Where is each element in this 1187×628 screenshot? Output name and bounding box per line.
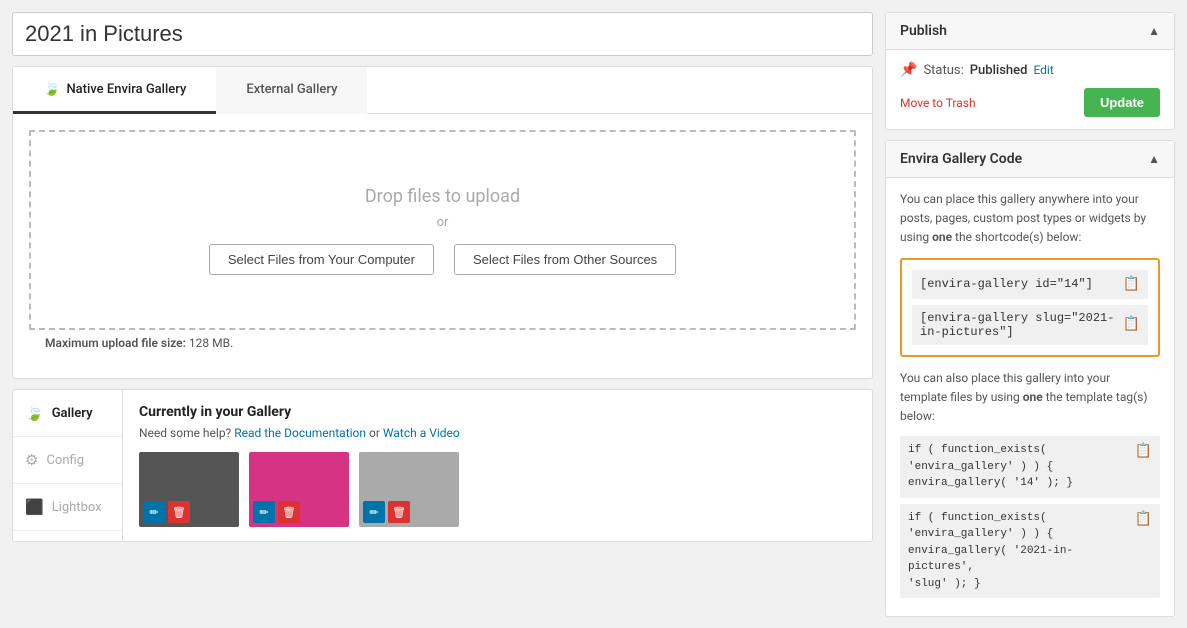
- code-panel-title: Envira Gallery Code: [900, 151, 1022, 167]
- upload-buttons: Select Files from Your Computer Select F…: [209, 244, 676, 275]
- publish-title: Publish: [900, 23, 947, 39]
- tab-external-label: External Gallery: [246, 82, 337, 97]
- max-upload-value: 128 MB.: [189, 336, 233, 350]
- gallery-nav-icon: 🍃: [25, 404, 44, 422]
- shortcode-row-2: [envira-gallery slug="2021-in-pictures"]…: [912, 305, 1148, 345]
- update-button[interactable]: Update: [1084, 88, 1160, 117]
- config-nav-icon: ⚙: [25, 451, 38, 469]
- edit-status-link[interactable]: Edit: [1033, 63, 1053, 77]
- sidebar-item-gallery[interactable]: 🍃 Gallery: [13, 390, 122, 437]
- gallery-help-text: Need some help? Read the Documentation o…: [139, 426, 856, 440]
- pin-icon: 📌: [900, 62, 917, 78]
- publish-panel: Publish ▲ 📌 Status: Published Edit Move …: [885, 12, 1175, 130]
- max-upload-label: Maximum upload file size:: [45, 336, 186, 350]
- status-value: Published: [970, 63, 1028, 78]
- sidebar-nav: 🍃 Gallery ⚙ Config ⬛ Lightbox: [13, 390, 123, 541]
- shortcode-2-value: [envira-gallery slug="2021-in-pictures"]: [920, 311, 1123, 339]
- publish-actions: Move to Trash Update: [900, 88, 1160, 117]
- move-to-trash-link[interactable]: Move to Trash: [900, 96, 976, 110]
- upload-area-wrap: Drop files to upload or Select Files fro…: [13, 114, 872, 378]
- tab-external[interactable]: External Gallery: [216, 67, 367, 114]
- gallery-content: Currently in your Gallery Need some help…: [123, 390, 872, 541]
- copy-shortcode-2-icon[interactable]: 📋: [1123, 316, 1140, 333]
- publish-panel-body: 📌 Status: Published Edit Move to Trash U…: [886, 50, 1174, 129]
- template-code-row-1: if ( function_exists( 'envira_gallery' )…: [900, 436, 1160, 498]
- gallery-content-title: Currently in your Gallery: [139, 404, 856, 420]
- thumb-delete-btn-2[interactable]: 🗑: [278, 501, 300, 523]
- template-code-1-value: if ( function_exists( 'envira_gallery' )…: [908, 442, 1073, 492]
- code-info-text: You can place this gallery anywhere into…: [900, 190, 1160, 248]
- select-from-computer-button[interactable]: Select Files from Your Computer: [209, 244, 434, 275]
- upload-or-text: or: [437, 215, 449, 230]
- thumbnail-1: ✏ 🗑: [139, 452, 239, 527]
- sidebar-item-lightbox[interactable]: ⬛ Lightbox: [13, 484, 122, 531]
- watch-video-link[interactable]: Watch a Video: [383, 426, 460, 440]
- thumb-delete-btn-1[interactable]: 🗑: [168, 501, 190, 523]
- copy-template-2-icon[interactable]: 📋: [1135, 510, 1152, 531]
- drop-text: Drop files to upload: [365, 186, 520, 207]
- publish-panel-header: Publish ▲: [886, 13, 1174, 50]
- sidebar-config-label: Config: [46, 453, 84, 468]
- thumb-edit-btn-3[interactable]: ✏: [363, 501, 385, 523]
- gallery-panel: 🍃 Native Envira Gallery External Gallery…: [12, 66, 873, 379]
- template-code-2-value: if ( function_exists( 'envira_gallery' )…: [908, 510, 1135, 593]
- gallery-title-input[interactable]: [12, 12, 873, 56]
- shortcode-row-1: [envira-gallery id="14"] 📋: [912, 270, 1148, 299]
- copy-shortcode-1-icon[interactable]: 📋: [1123, 276, 1140, 293]
- gallery-thumbnails: ✏ 🗑 ✏ 🗑 ✏: [139, 452, 856, 527]
- thumb-edit-btn-2[interactable]: ✏: [253, 501, 275, 523]
- shortcode-box: [envira-gallery id="14"] 📋 [envira-galle…: [900, 258, 1160, 357]
- copy-template-1-icon[interactable]: 📋: [1135, 442, 1152, 463]
- thumb-edit-btn-1[interactable]: ✏: [143, 501, 165, 523]
- template-code-row-2: if ( function_exists( 'envira_gallery' )…: [900, 504, 1160, 599]
- tab-native[interactable]: 🍃 Native Envira Gallery: [13, 67, 216, 114]
- lightbox-nav-icon: ⬛: [25, 498, 44, 516]
- select-from-other-button[interactable]: Select Files from Other Sources: [454, 244, 676, 275]
- code-panel: Envira Gallery Code ▲ You can place this…: [885, 140, 1175, 617]
- tab-native-label: Native Envira Gallery: [66, 82, 186, 97]
- thumbnail-2: ✏ 🗑: [249, 452, 349, 527]
- status-row: 📌 Status: Published Edit: [900, 62, 1160, 78]
- shortcode-1-value: [envira-gallery id="14"]: [920, 277, 1093, 291]
- gallery-tabs: 🍃 Native Envira Gallery External Gallery: [13, 67, 872, 114]
- bottom-panel: 🍃 Gallery ⚙ Config ⬛ Lightbox Currently …: [12, 389, 873, 542]
- code-panel-chevron-icon: ▲: [1148, 152, 1160, 166]
- max-upload-info: Maximum upload file size: 128 MB.: [29, 330, 856, 362]
- status-label: Status:: [923, 63, 963, 78]
- sidebar-item-config[interactable]: ⚙ Config: [13, 437, 122, 484]
- code-panel-body: You can place this gallery anywhere into…: [886, 178, 1174, 616]
- thumbnail-3: ✏ 🗑: [359, 452, 459, 527]
- code-panel-header: Envira Gallery Code ▲: [886, 141, 1174, 178]
- template-info-text: You can also place this gallery into you…: [900, 369, 1160, 427]
- publish-chevron-icon: ▲: [1148, 24, 1160, 38]
- read-docs-link[interactable]: Read the Documentation: [234, 426, 366, 440]
- leaf-icon: 🍃: [43, 81, 60, 97]
- sidebar-gallery-label: Gallery: [52, 406, 93, 421]
- thumb-delete-btn-3[interactable]: 🗑: [388, 501, 410, 523]
- upload-dropzone[interactable]: Drop files to upload or Select Files fro…: [29, 130, 856, 330]
- sidebar-lightbox-label: Lightbox: [52, 500, 102, 515]
